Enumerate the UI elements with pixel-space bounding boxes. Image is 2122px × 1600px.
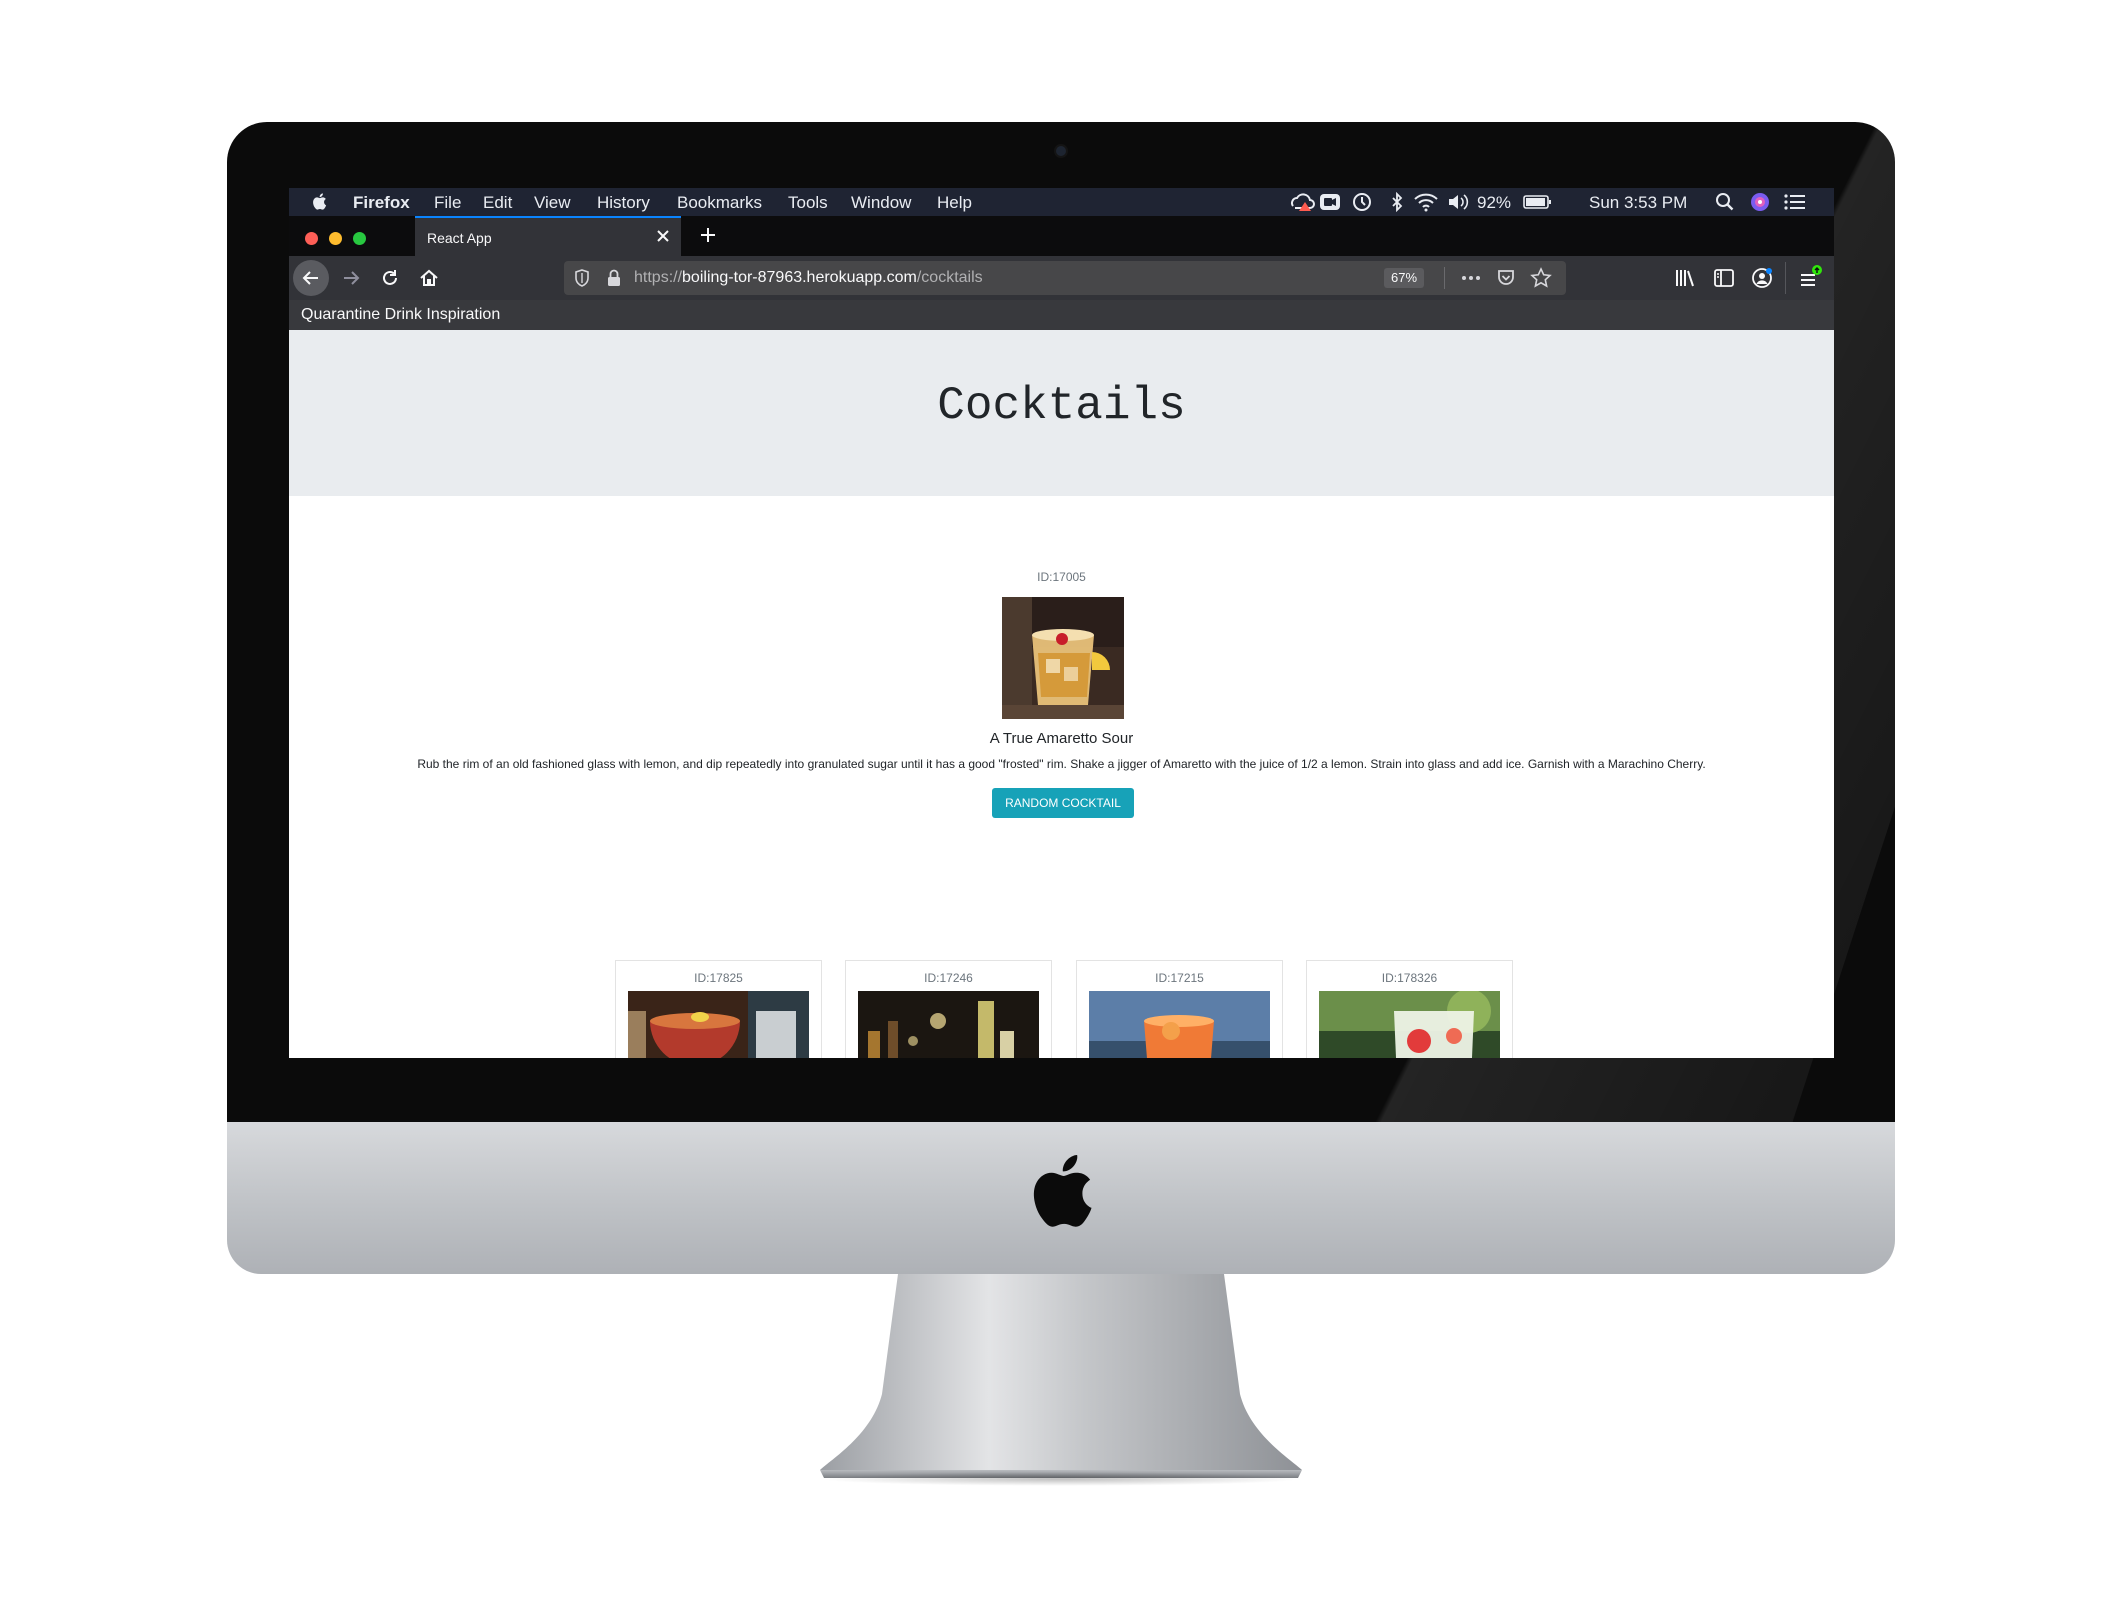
back-button[interactable] — [293, 260, 329, 296]
cocktail-card-id: ID:17825 — [694, 971, 743, 985]
web-page: Cocktails ID:17005 A True Amaretto Sour … — [289, 330, 1834, 1058]
cocktail-card-image[interactable] — [1319, 991, 1500, 1058]
forward-arrow-icon — [344, 271, 360, 285]
tab-close-icon[interactable] — [653, 226, 673, 246]
random-cocktail-button[interactable]: RANDOM COCKTAIL — [992, 788, 1134, 818]
pocket-icon[interactable] — [1496, 268, 1516, 288]
screen: Firefox File Edit View History Bookmarks… — [289, 188, 1834, 1058]
forward-button[interactable] — [337, 264, 365, 292]
reload-icon — [383, 270, 397, 285]
url-bar[interactable]: https://boiling-tor-87963.herokuapp.com/… — [564, 261, 1566, 295]
time-machine-icon[interactable] — [1351, 192, 1373, 212]
url-text[interactable]: https://boiling-tor-87963.herokuapp.com/… — [634, 269, 983, 287]
new-tab-icon[interactable] — [699, 226, 717, 244]
bookmark-quarantine-drink-inspiration[interactable]: Quarantine Drink Inspiration — [301, 306, 500, 324]
zoom-meeting-icon[interactable] — [1319, 192, 1341, 212]
battery-icon[interactable] — [1523, 192, 1553, 212]
menu-view[interactable]: View — [534, 193, 571, 213]
tab-title: React App — [427, 230, 492, 246]
bluetooth-icon[interactable] — [1389, 192, 1405, 212]
tracking-protection-shield-icon[interactable] — [574, 269, 590, 287]
url-bar-divider — [1444, 267, 1445, 289]
page-actions-icon[interactable] — [1460, 269, 1482, 287]
menu-edit[interactable]: Edit — [483, 193, 512, 213]
lock-icon[interactable] — [606, 269, 622, 287]
cocktail-card-image[interactable] — [628, 991, 809, 1058]
url-host: boiling-tor-87963.herokuapp.com — [682, 269, 917, 286]
page-title: Cocktails — [937, 380, 1186, 432]
menu-file[interactable]: File — [434, 193, 461, 213]
cocktail-card-image[interactable] — [1089, 991, 1270, 1058]
window-zoom-button[interactable] — [353, 232, 366, 245]
wifi-icon[interactable] — [1413, 192, 1439, 212]
featured-cocktail-description: Rub the rim of an old fashioned glass wi… — [417, 757, 1706, 771]
toolbar-divider — [1785, 262, 1786, 294]
cocktail-card[interactable]: ID:17825 — [615, 960, 822, 1058]
home-button[interactable] — [415, 264, 443, 292]
menu-history[interactable]: History — [597, 193, 650, 213]
creative-cloud-icon[interactable] — [1289, 192, 1315, 212]
home-icon — [420, 269, 438, 286]
back-arrow-icon — [302, 271, 318, 285]
cocktail-card-id: ID:17246 — [924, 971, 973, 985]
jumbotron: Cocktails — [289, 330, 1834, 496]
tab-react-app[interactable]: React App — [415, 216, 681, 256]
cocktail-card[interactable]: ID:178326 — [1306, 960, 1513, 1058]
macos-menu-bar: Firefox File Edit View History Bookmarks… — [289, 188, 1834, 216]
menu-tools[interactable]: Tools — [788, 193, 828, 213]
tab-strip: React App — [289, 216, 1834, 256]
url-path: /cocktails — [916, 269, 983, 286]
menu-bookmarks[interactable]: Bookmarks — [677, 193, 762, 213]
bookmark-star-icon[interactable] — [1530, 267, 1552, 289]
menu-window[interactable]: Window — [851, 193, 911, 213]
menu-app-name[interactable]: Firefox — [353, 193, 410, 213]
library-icon[interactable] — [1675, 268, 1697, 288]
apple-menu-icon[interactable] — [311, 192, 327, 211]
featured-cocktail-image[interactable] — [1002, 597, 1124, 719]
featured-cocktail-name: A True Amaretto Sour — [989, 730, 1134, 747]
window-minimize-button[interactable] — [329, 232, 342, 245]
app-menu-icon[interactable] — [1797, 264, 1823, 290]
menu-help[interactable]: Help — [937, 193, 972, 213]
reload-button[interactable] — [376, 264, 404, 292]
camera — [1056, 146, 1066, 156]
cocktail-card[interactable]: ID:17215 — [1076, 960, 1283, 1058]
siri-icon[interactable] — [1749, 192, 1771, 212]
cocktail-card[interactable]: ID:17246 — [845, 960, 1052, 1058]
zoom-level-badge[interactable]: 67% — [1384, 268, 1425, 288]
cocktail-card-id: ID:178326 — [1381, 971, 1438, 985]
apple-logo-icon — [1033, 1154, 1092, 1227]
bookmarks-toolbar: Quarantine Drink Inspiration — [289, 300, 1834, 330]
navigation-toolbar: https://boiling-tor-87963.herokuapp.com/… — [289, 256, 1834, 300]
cocktail-card-id: ID:17215 — [1155, 971, 1204, 985]
volume-icon[interactable] — [1447, 192, 1469, 212]
url-scheme: https:// — [634, 269, 683, 286]
account-icon[interactable] — [1751, 267, 1773, 289]
cocktail-card-image[interactable] — [858, 991, 1039, 1058]
sidebar-toggle-icon[interactable] — [1713, 268, 1735, 288]
stand-shadow — [820, 1472, 1302, 1486]
imac-stand — [820, 1274, 1302, 1478]
menu-clock[interactable]: Sun 3:53 PM — [1589, 193, 1687, 213]
window-close-button[interactable] — [305, 232, 318, 245]
battery-percent: 92% — [1477, 193, 1512, 212]
featured-cocktail-id: ID:17005 — [1037, 570, 1086, 584]
spotlight-icon[interactable] — [1715, 192, 1735, 212]
notification-center-icon[interactable] — [1783, 192, 1807, 212]
